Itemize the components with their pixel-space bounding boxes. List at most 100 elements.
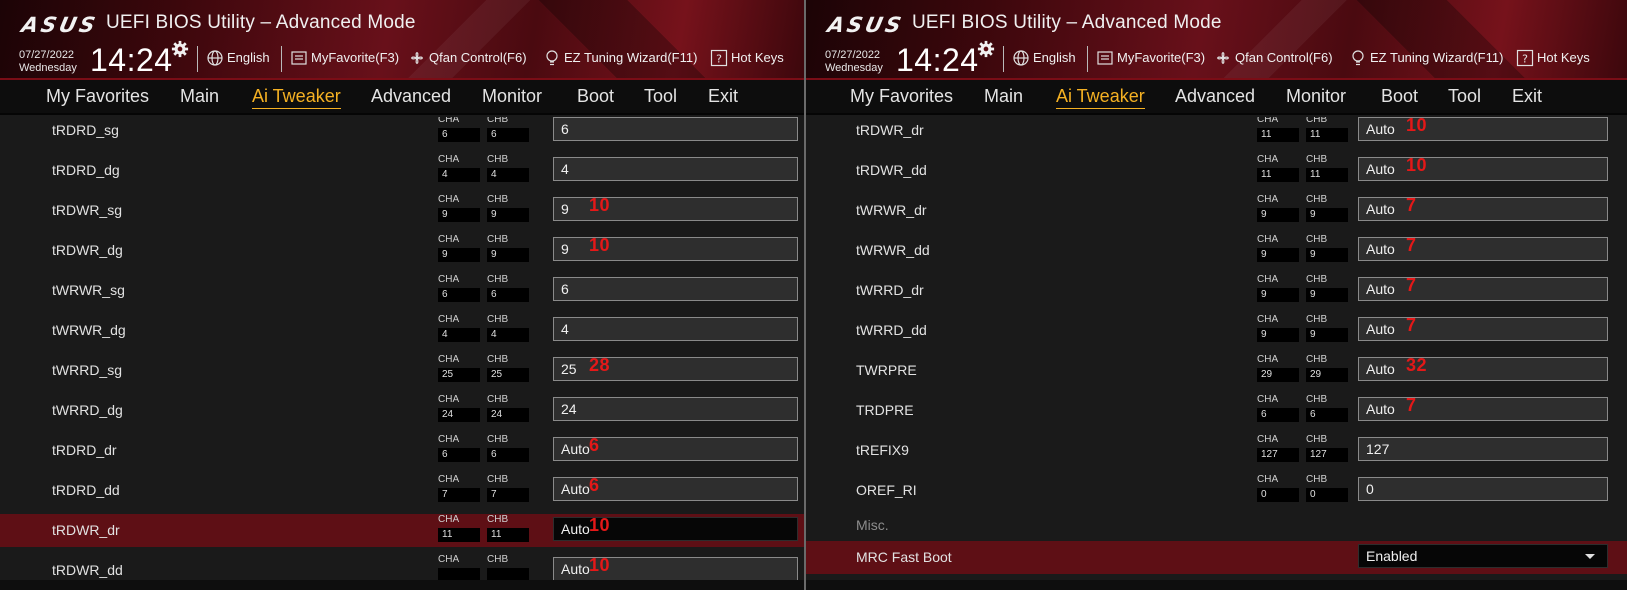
- setting-row[interactable]: tWRWR_dg CHA 4 CHB 4 4: [0, 314, 804, 347]
- date-text: 07/27/2022: [19, 49, 75, 61]
- gear-icon[interactable]: [977, 40, 995, 58]
- channel-b-value: 11: [1306, 168, 1348, 182]
- help-icon: ?: [710, 49, 728, 67]
- header-separator: [281, 46, 282, 72]
- tab-my-favorites[interactable]: My Favorites: [46, 86, 149, 107]
- tab-advanced[interactable]: Advanced: [371, 86, 451, 107]
- tab-main[interactable]: Main: [180, 86, 219, 107]
- setting-row[interactable]: tWRRD_dr CHA 9 CHB 9 Auto 7: [806, 274, 1627, 307]
- setting-value-field[interactable]: 4: [553, 157, 798, 181]
- gear-icon[interactable]: [171, 40, 189, 58]
- globe-icon: [207, 50, 223, 66]
- setting-value-field[interactable]: Auto: [1358, 117, 1608, 141]
- setting-value-field[interactable]: 6: [553, 277, 798, 301]
- channel-a-value: 9: [438, 208, 480, 222]
- setting-row[interactable]: tWRWR_dr CHA 9 CHB 9 Auto 7: [806, 194, 1627, 227]
- setting-value-field[interactable]: Auto: [1358, 197, 1608, 221]
- mrc-fast-boot-dropdown[interactable]: Enabled: [1358, 544, 1608, 568]
- setting-value-field[interactable]: 6: [553, 117, 798, 141]
- setting-label: TRDPRE: [856, 402, 914, 418]
- setting-value-field[interactable]: 127: [1358, 437, 1608, 461]
- tab-tool[interactable]: Tool: [1448, 86, 1481, 107]
- setting-value-field[interactable]: Auto: [1358, 397, 1608, 421]
- channel-a-value: 7: [438, 488, 480, 502]
- channel-b-label: CHB: [1306, 314, 1328, 325]
- channel-b-value: 6: [487, 448, 529, 462]
- setting-row[interactable]: tRDWR_sg CHA 9 CHB 9 9 10: [0, 194, 804, 227]
- channel-a-value: 29: [1257, 368, 1299, 382]
- channel-b-value: 6: [487, 128, 529, 142]
- channel-b-value: [487, 568, 529, 580]
- tab-exit[interactable]: Exit: [1512, 86, 1542, 107]
- setting-row-mrc-fast-boot[interactable]: MRC Fast Boot Enabled: [806, 541, 1627, 574]
- svg-text:?: ?: [716, 53, 722, 66]
- help-icon: ?: [1516, 49, 1534, 67]
- channel-a-value: 9: [1257, 248, 1299, 262]
- header-separator: [1087, 46, 1088, 72]
- setting-value: 6: [561, 281, 569, 297]
- channel-a-label: CHA: [1257, 474, 1279, 485]
- lightbulb-icon: [546, 50, 558, 66]
- channel-b-value: 4: [487, 328, 529, 342]
- channel-a-value: 9: [438, 248, 480, 262]
- tab-ai-tweaker[interactable]: Ai Tweaker: [1056, 86, 1145, 109]
- setting-value-field[interactable]: Auto: [1358, 157, 1608, 181]
- setting-label: tRDWR_dg: [52, 242, 123, 258]
- setting-row[interactable]: tWRWR_sg CHA 6 CHB 6 6: [0, 274, 804, 307]
- setting-row[interactable]: tRDRD_dg CHA 4 CHB 4 4: [0, 154, 804, 187]
- globe-icon: [1013, 50, 1029, 66]
- svg-text:?: ?: [1522, 53, 1528, 66]
- header-separator: [197, 46, 198, 72]
- tab-monitor[interactable]: Monitor: [1286, 86, 1346, 107]
- setting-row[interactable]: tREFIX9 CHA 127 CHB 127 127: [806, 434, 1627, 467]
- tab-boot[interactable]: Boot: [577, 86, 614, 107]
- setting-row[interactable]: TRDPRE CHA 6 CHB 6 Auto 7: [806, 394, 1627, 427]
- asus-logo: ASUS: [825, 13, 907, 37]
- main-navigation: My Favorites Main Ai Tweaker Advanced Mo…: [0, 80, 804, 115]
- setting-row[interactable]: tWRRD_sg CHA 25 CHB 25 25 28: [0, 354, 804, 387]
- channel-b-value: 7: [487, 488, 529, 502]
- tab-tool[interactable]: Tool: [644, 86, 677, 107]
- setting-row[interactable]: TWRPRE CHA 29 CHB 29 Auto 32: [806, 354, 1627, 387]
- setting-row[interactable]: tRDWR_dd CHA CHB Auto 10: [0, 554, 804, 580]
- setting-row[interactable]: tWRWR_dd CHA 9 CHB 9 Auto 7: [806, 234, 1627, 267]
- tab-advanced[interactable]: Advanced: [1175, 86, 1255, 107]
- setting-row[interactable]: OREF_RI CHA 0 CHB 0 0: [806, 474, 1627, 507]
- channel-b-label: CHB: [487, 394, 509, 405]
- channel-a-value: 6: [438, 128, 480, 142]
- channel-b-value: 127: [1306, 448, 1348, 462]
- setting-row[interactable]: tWRRD_dd CHA 9 CHB 9 Auto 7: [806, 314, 1627, 347]
- tab-exit[interactable]: Exit: [708, 86, 738, 107]
- setting-row[interactable]: tRDRD_sg CHA 6 CHB 6 6: [0, 117, 804, 147]
- setting-label: TWRPRE: [856, 362, 917, 378]
- setting-value-field[interactable]: Auto: [1358, 357, 1608, 381]
- tab-my-favorites[interactable]: My Favorites: [850, 86, 953, 107]
- tab-boot[interactable]: Boot: [1381, 86, 1418, 107]
- setting-value-field[interactable]: Auto: [1358, 317, 1608, 341]
- setting-row[interactable]: tRDWR_dd CHA 11 CHB 11 Auto 10: [806, 154, 1627, 187]
- handwritten-annotation: 6: [589, 475, 600, 495]
- tab-ai-tweaker[interactable]: Ai Tweaker: [252, 86, 341, 109]
- handwritten-annotation: 10: [1406, 155, 1428, 175]
- setting-row[interactable]: tRDWR_dr CHA 11 CHB 11 Auto 10: [806, 117, 1627, 147]
- tab-monitor[interactable]: Monitor: [482, 86, 542, 107]
- setting-row[interactable]: tRDWR_dg CHA 9 CHB 9 9 10: [0, 234, 804, 267]
- setting-value-field[interactable]: 24: [553, 397, 798, 421]
- setting-value-field[interactable]: 4: [553, 317, 798, 341]
- setting-row[interactable]: tWRRD_dg CHA 24 CHB 24 24: [0, 394, 804, 427]
- setting-value: Auto: [1366, 361, 1395, 377]
- setting-value-field[interactable]: Auto: [1358, 277, 1608, 301]
- channel-a-label: CHA: [438, 514, 460, 525]
- setting-row[interactable]: tRDWR_dr CHA 11 CHB 11 Auto 10: [0, 514, 804, 547]
- channel-a-label: CHA: [1257, 394, 1279, 405]
- setting-row[interactable]: tRDRD_dd CHA 7 CHB 7 Auto 6: [0, 474, 804, 507]
- setting-label: tRDRD_dr: [52, 442, 117, 458]
- setting-value-field[interactable]: Auto: [1358, 237, 1608, 261]
- ez-tuning-wizard-label: EZ Tuning Wizard(F11): [1370, 50, 1504, 65]
- setting-value: 4: [561, 161, 569, 177]
- setting-row[interactable]: tRDRD_dr CHA 6 CHB 6 Auto 6: [0, 434, 804, 467]
- tab-main[interactable]: Main: [984, 86, 1023, 107]
- channel-a-value: 127: [1257, 448, 1299, 462]
- setting-value-field[interactable]: 0: [1358, 477, 1608, 501]
- app-title: UEFI BIOS Utility – Advanced Mode: [912, 12, 1222, 33]
